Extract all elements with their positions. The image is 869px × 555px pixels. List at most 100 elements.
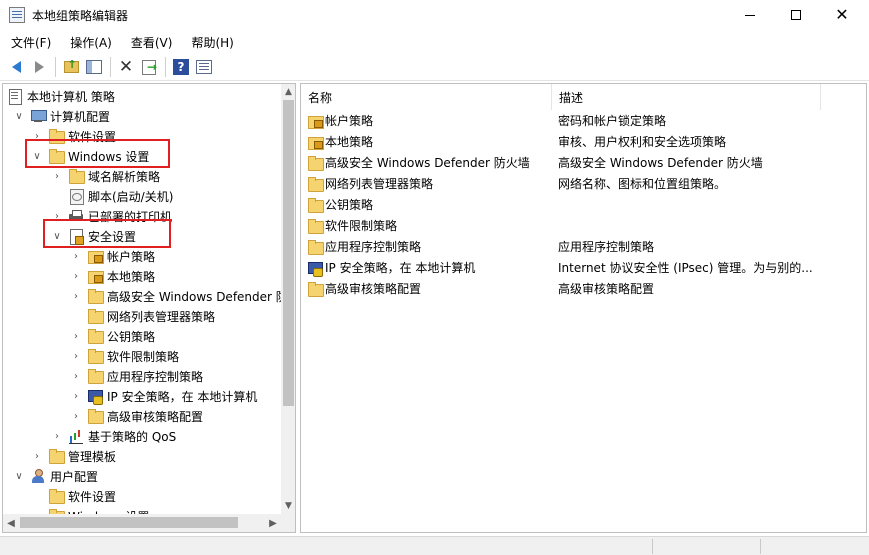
expand-chevron-icon[interactable]: ›: [69, 391, 83, 402]
tree-node[interactable]: › IP 安全策略，在 本地计算机: [69, 386, 257, 406]
help-button[interactable]: ?: [170, 56, 192, 78]
scroll-left-icon[interactable]: ◀: [3, 514, 19, 532]
collapse-chevron-icon[interactable]: ∨: [12, 471, 26, 482]
list-item-description: 网络名称、图标和位置组策略。: [558, 177, 727, 191]
console-tree-icon: [86, 60, 102, 74]
tree-node[interactable]: › 高级审核策略配置: [69, 406, 203, 426]
tree-node-label: 本地计算机 策略: [27, 89, 115, 104]
forward-button[interactable]: [28, 56, 50, 78]
tree-node[interactable]: 网络列表管理器策略: [69, 306, 215, 326]
expand-chevron-icon[interactable]: ›: [50, 171, 64, 182]
tree-node[interactable]: 软件设置: [30, 486, 116, 506]
tree-node-label: 网络列表管理器策略: [107, 309, 216, 324]
menu-file[interactable]: 文件(F): [0, 31, 58, 53]
tree-node[interactable]: › 帐户策略: [69, 246, 155, 266]
vertical-scrollbar[interactable]: ▲ ▼: [281, 84, 295, 514]
scroll-thumb[interactable]: [20, 517, 238, 528]
show-hide-tree-button[interactable]: [83, 56, 105, 78]
expand-chevron-icon[interactable]: ›: [69, 371, 83, 382]
menu-help[interactable]: 帮助(H): [179, 31, 240, 53]
folder-icon: [87, 368, 104, 384]
list-item[interactable]: 高级安全 Windows Defender 防火墙 高级安全 Windows De…: [301, 152, 866, 173]
list-item-name: 高级审核策略配置: [307, 280, 421, 297]
tree-node[interactable]: › 软件限制策略: [69, 346, 179, 366]
scroll-thumb[interactable]: [283, 100, 294, 406]
list-item-name: IP 安全策略，在 本地计算机: [307, 259, 476, 277]
list-item-name-label: 高级安全 Windows Defender 防火墙: [325, 156, 530, 170]
scroll-right-icon[interactable]: ▶: [265, 514, 281, 532]
up-level-button[interactable]: [60, 56, 82, 78]
list-item-name-label: IP 安全策略，在 本地计算机: [325, 261, 476, 275]
details-list[interactable]: 名称 描述 帐户策略 密码和帐户锁定策略 本地策略 审核、用户权利和安全选项策略 高级安…: [300, 83, 867, 533]
expand-chevron-icon[interactable]: ›: [69, 291, 83, 302]
minimize-button[interactable]: [727, 0, 773, 30]
list-item-name: 软件限制策略: [307, 217, 397, 234]
tree-node-label: 管理模板: [68, 449, 117, 464]
toolbar-separator: [110, 57, 111, 77]
tree-node-label: 高级安全 Windows Defender 防: [107, 289, 288, 304]
list-item-name: 高级安全 Windows Defender 防火墙: [307, 154, 530, 171]
scroll-up-icon[interactable]: ▲: [281, 84, 295, 100]
tree-node[interactable]: › 应用程序控制策略: [69, 366, 203, 386]
tree-node[interactable]: › 管理模板: [30, 446, 116, 466]
tree-node-label: 域名解析策略: [88, 169, 161, 184]
lockfolder-icon: [87, 268, 104, 284]
scrollbar-corner: [281, 514, 295, 532]
folder-icon: [68, 168, 85, 184]
expand-chevron-icon[interactable]: ›: [69, 351, 83, 362]
tree-node-label: 用户配置: [50, 469, 99, 484]
tree-node[interactable]: › 基于策略的 QoS: [50, 426, 176, 446]
console-tree[interactable]: 本地计算机 策略 ∨ 计算机配置 › 软件设置 ∨ Windows 设置 › 域名解析策略 脚本(…: [2, 83, 296, 533]
tree-node[interactable]: 本地计算机 策略: [7, 86, 115, 106]
delete-button[interactable]: ✕: [115, 56, 137, 78]
list-item-name-label: 本地策略: [325, 135, 374, 149]
menu-action[interactable]: 操作(A): [58, 31, 119, 53]
expand-chevron-icon[interactable]: ›: [69, 411, 83, 422]
column-header-name[interactable]: 名称: [301, 84, 552, 110]
tree-node[interactable]: ∨ 计算机配置: [12, 106, 110, 126]
highlight-box: [25, 139, 170, 168]
column-description-label: 描述: [559, 90, 584, 105]
folder-icon: [87, 408, 104, 424]
expand-chevron-icon[interactable]: ›: [50, 431, 64, 442]
list-item[interactable]: 网络列表管理器策略 网络名称、图标和位置组策略。: [301, 173, 866, 194]
collapse-chevron-icon[interactable]: ∨: [12, 111, 26, 122]
back-button[interactable]: [5, 56, 27, 78]
expand-chevron-icon[interactable]: ›: [69, 331, 83, 342]
expand-chevron-icon[interactable]: ›: [69, 251, 83, 262]
list-item[interactable]: 应用程序控制策略 应用程序控制策略: [301, 236, 866, 257]
menu-view[interactable]: 查看(V): [119, 31, 180, 53]
toolbar-separator: [55, 57, 56, 77]
expand-chevron-icon[interactable]: ›: [30, 451, 44, 462]
list-item-description: 密码和帐户锁定策略: [558, 114, 667, 128]
folder-icon: [48, 448, 65, 464]
list-item[interactable]: 帐户策略 密码和帐户锁定策略: [301, 110, 866, 131]
menu-bar: 文件(F) 操作(A) 查看(V) 帮助(H): [0, 31, 869, 53]
list-item[interactable]: 本地策略 审核、用户权利和安全选项策略: [301, 131, 866, 152]
list-item[interactable]: IP 安全策略，在 本地计算机 Internet 协议安全性 (IPsec) 管理…: [301, 257, 866, 278]
tree-node[interactable]: 脚本(启动/关机): [50, 186, 173, 206]
app-icon: [9, 7, 25, 23]
export-list-button[interactable]: [138, 56, 160, 78]
tree-node[interactable]: ∨ 用户配置: [12, 466, 98, 486]
tree-node-label: 软件限制策略: [107, 349, 180, 364]
maximize-button[interactable]: [773, 0, 819, 30]
column-header-description[interactable]: 描述: [552, 84, 821, 110]
horizontal-scrollbar[interactable]: ◀ ▶: [3, 514, 281, 532]
list-item[interactable]: 软件限制策略: [301, 215, 866, 236]
scroll-down-icon[interactable]: ▼: [281, 498, 295, 514]
close-button[interactable]: ✕: [819, 0, 865, 30]
list-item[interactable]: 公钥策略: [301, 194, 866, 215]
tree-node[interactable]: › 本地策略: [69, 266, 155, 286]
user-icon: [30, 468, 46, 484]
qos-icon: [68, 428, 84, 444]
list-item-name: 帐户策略: [307, 112, 373, 129]
tree-node[interactable]: › 域名解析策略: [50, 166, 160, 186]
ipsec-icon: [307, 260, 323, 277]
properties-button[interactable]: [193, 56, 215, 78]
list-item[interactable]: 高级审核策略配置 高级审核策略配置: [301, 278, 866, 299]
tree-node[interactable]: › 公钥策略: [69, 326, 155, 346]
expand-chevron-icon[interactable]: ›: [69, 271, 83, 282]
tree-node[interactable]: › 高级安全 Windows Defender 防: [69, 286, 288, 306]
list-item-name-label: 网络列表管理器策略: [325, 177, 434, 191]
